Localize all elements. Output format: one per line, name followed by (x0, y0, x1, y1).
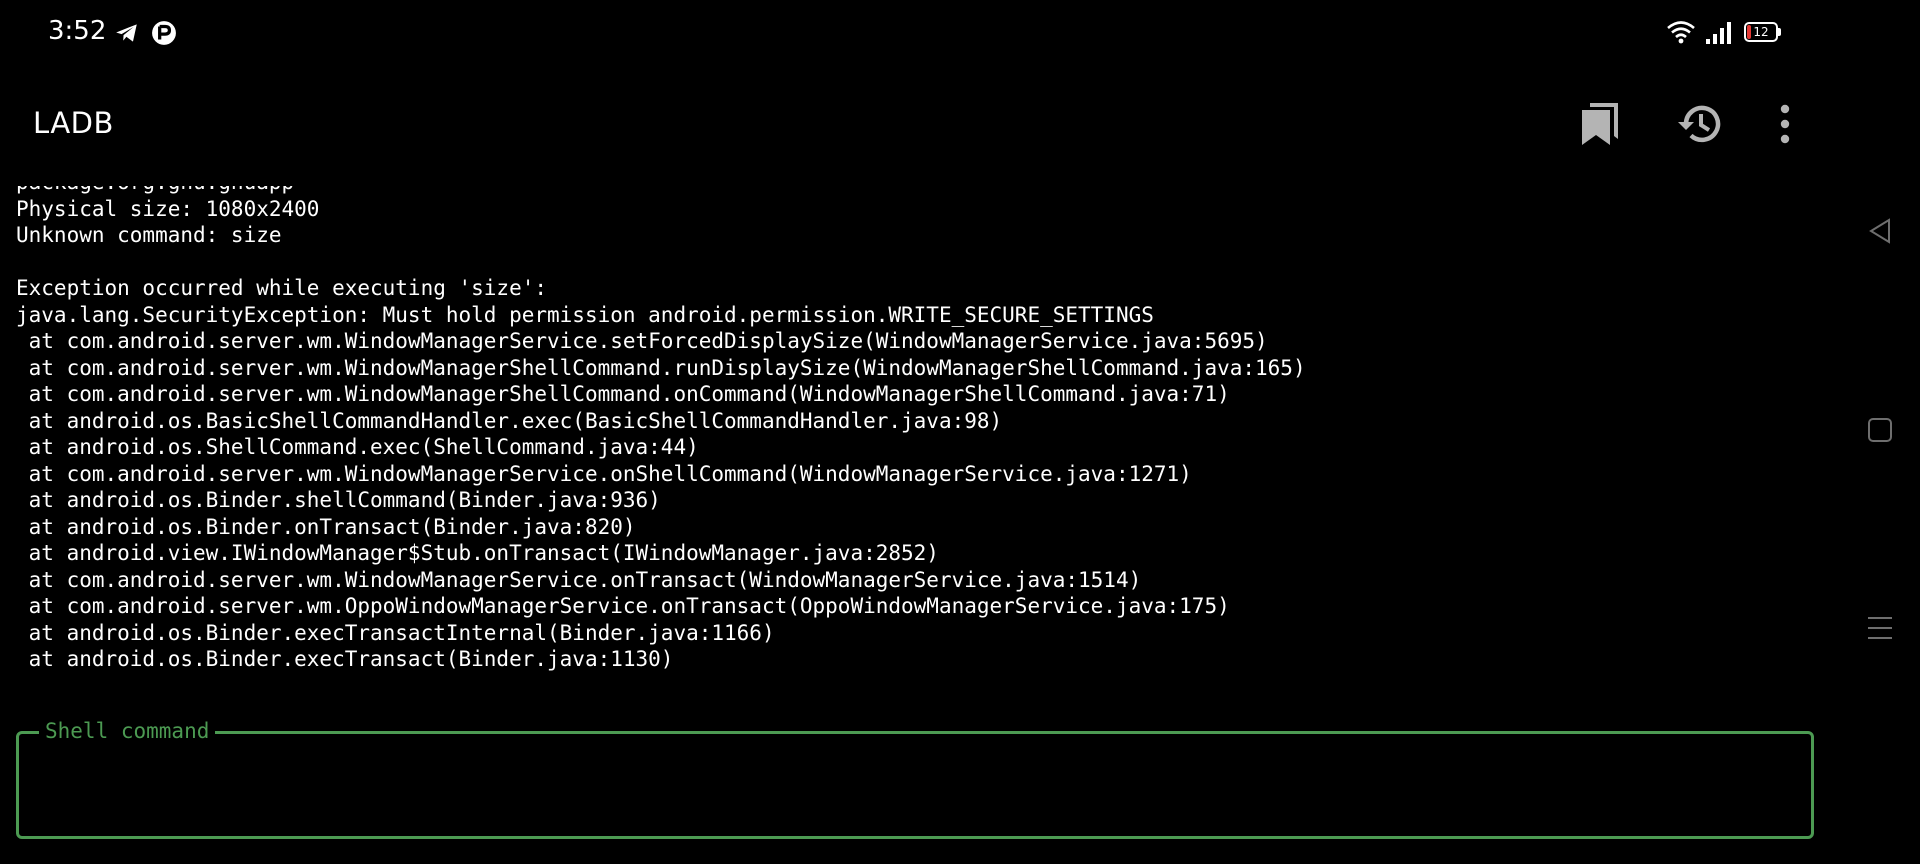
battery-icon: 12 (1744, 22, 1778, 42)
back-button[interactable] (1840, 198, 1920, 268)
output-line: java.lang.SecurityException: Must hold p… (16, 302, 1154, 327)
shell-command-field[interactable]: Shell command (16, 717, 1814, 839)
output-line: at com.android.server.wm.OppoWindowManag… (16, 594, 1230, 618)
output-line: at com.android.server.wm.WindowManagerSh… (16, 382, 1230, 406)
signal-icon (1704, 20, 1732, 46)
recents-button[interactable] (1840, 595, 1920, 665)
output-line: at android.os.ShellCommand.exec(ShellCom… (16, 435, 699, 459)
home-button[interactable] (1840, 397, 1920, 467)
output-line: at android.view.IWindowManager$Stub.onTr… (16, 541, 939, 565)
more-options-button[interactable] (1755, 96, 1815, 156)
home-icon (1867, 417, 1893, 447)
status-bar: 3:52 12 (0, 0, 1920, 66)
output-line: at android.os.Binder.execTransact(Binder… (16, 647, 674, 671)
history-icon (1677, 101, 1723, 151)
output-line: at android.os.Binder.onTransact(Binder.j… (16, 514, 636, 539)
app-title: LADB (33, 106, 114, 140)
battery-tip (1778, 28, 1781, 36)
telegram-icon (114, 20, 140, 46)
output-line: at android.os.Binder.shellCommand(Binder… (16, 488, 661, 512)
shell-command-input[interactable] (43, 762, 1787, 804)
output-line: Unknown command: size (16, 223, 282, 247)
output-line: at com.android.server.wm.WindowManagerSe… (16, 567, 1142, 592)
output-line: package:org.gnu.gnuapp (16, 186, 1306, 196)
output-line: at android.os.Binder.execTransactInterna… (16, 620, 775, 645)
output-scroll-area[interactable]: package:org.gnu.gnuappPhysical size: 108… (0, 186, 1810, 686)
app-bar: LADB (0, 66, 1840, 186)
more-options-icon (1778, 104, 1792, 148)
output-line: Exception occurred while executing 'size… (16, 276, 548, 300)
app-notification-icon (151, 20, 177, 46)
shell-output: package:org.gnu.gnuappPhysical size: 108… (16, 186, 1306, 673)
recents-icon (1866, 614, 1894, 646)
output-line: Physical size: 1080x2400 (16, 196, 320, 221)
wifi-icon (1666, 18, 1696, 46)
shell-command-label: Shell command (39, 717, 216, 745)
bookmarks-icon (1578, 101, 1622, 151)
history-button[interactable] (1670, 96, 1730, 156)
battery-level-text: 12 (1753, 25, 1769, 39)
status-time: 3:52 (48, 16, 107, 46)
bookmarks-button[interactable] (1570, 96, 1630, 156)
back-icon (1867, 217, 1893, 249)
output-line: at com.android.server.wm.WindowManagerSe… (16, 461, 1192, 486)
output-line: at com.android.server.wm.WindowManagerSe… (16, 329, 1268, 353)
output-line: at com.android.server.wm.WindowManagerSh… (16, 355, 1306, 380)
output-line: at android.os.BasicShellCommandHandler.e… (16, 408, 1003, 433)
navigation-bar (1840, 186, 1920, 686)
ladb-screen: 3:52 12 LADB Physical size: 1080x2400 Un… (0, 0, 1920, 864)
